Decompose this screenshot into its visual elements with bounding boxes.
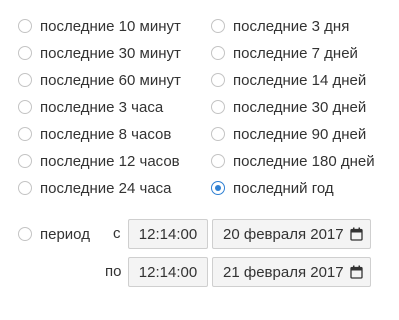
to-date-input[interactable]: 21 февраля 2017 <box>212 257 371 287</box>
option-label: последние 3 дня <box>233 17 350 35</box>
from-date-value: 20 февраля 2017 <box>223 225 344 243</box>
radio-last-180-days[interactable] <box>211 154 225 168</box>
from-time-input[interactable]: 12:14:00 <box>128 219 208 249</box>
option-label: последние 90 дней <box>233 125 367 143</box>
radio-last-30-days[interactable] <box>211 100 225 114</box>
option-last-180-days[interactable]: последние 180 дней <box>211 149 375 173</box>
option-last-90-days[interactable]: последние 90 дней <box>211 122 366 146</box>
option-last-12-hours[interactable]: последние 12 часов <box>18 149 180 173</box>
option-last-24-hours[interactable]: последние 24 часа <box>18 176 172 200</box>
radio-last-10-minutes[interactable] <box>18 19 32 33</box>
period-from-label: с <box>113 225 121 242</box>
option-period[interactable]: период <box>18 222 90 246</box>
option-last-3-days[interactable]: последние 3 дня <box>211 14 349 38</box>
calendar-icon[interactable] <box>346 262 366 282</box>
option-last-year[interactable]: последний год <box>211 176 334 200</box>
option-last-3-hours[interactable]: последние 3 часа <box>18 95 163 119</box>
calendar-icon-glyph <box>349 265 363 279</box>
to-time-input[interactable]: 12:14:00 <box>128 257 208 287</box>
option-label: последние 180 дней <box>233 152 375 170</box>
option-last-14-days[interactable]: последние 14 дней <box>211 68 366 92</box>
calendar-icon[interactable] <box>346 224 366 244</box>
radio-last-24-hours[interactable] <box>18 181 32 195</box>
radio-period[interactable] <box>18 227 32 241</box>
option-label: последние 3 часа <box>40 98 164 116</box>
option-label: последний год <box>233 179 334 197</box>
calendar-icon-glyph <box>349 227 363 241</box>
option-label: последние 30 дней <box>233 98 367 116</box>
radio-last-year[interactable] <box>211 181 225 195</box>
radio-last-30-minutes[interactable] <box>18 46 32 60</box>
option-label: последние 10 минут <box>40 17 181 35</box>
option-label: последние 30 минут <box>40 44 181 62</box>
to-date-value: 21 февраля 2017 <box>223 263 344 281</box>
option-label: последние 14 дней <box>233 71 367 89</box>
option-label: последние 60 минут <box>40 71 181 89</box>
radio-last-60-minutes[interactable] <box>18 73 32 87</box>
radio-last-7-days[interactable] <box>211 46 225 60</box>
option-last-8-hours[interactable]: последние 8 часов <box>18 122 171 146</box>
option-label: последние 24 часа <box>40 179 172 197</box>
radio-last-3-days[interactable] <box>211 19 225 33</box>
radio-last-12-hours[interactable] <box>18 154 32 168</box>
radio-last-14-days[interactable] <box>211 73 225 87</box>
option-label: последние 7 дней <box>233 44 358 62</box>
radio-last-8-hours[interactable] <box>18 127 32 141</box>
option-label: последние 12 часов <box>40 152 180 170</box>
option-last-60-minutes[interactable]: последние 60 минут <box>18 68 181 92</box>
option-last-7-days[interactable]: последние 7 дней <box>211 41 358 65</box>
option-last-30-minutes[interactable]: последние 30 минут <box>18 41 181 65</box>
from-time-value: 12:14:00 <box>138 225 198 243</box>
radio-last-3-hours[interactable] <box>18 100 32 114</box>
from-date-input[interactable]: 20 февраля 2017 <box>212 219 371 249</box>
period-to-label: по <box>105 263 122 280</box>
option-last-30-days[interactable]: последние 30 дней <box>211 95 366 119</box>
radio-last-90-days[interactable] <box>211 127 225 141</box>
period-label: период <box>40 225 90 243</box>
option-last-10-minutes[interactable]: последние 10 минут <box>18 14 181 38</box>
option-label: последние 8 часов <box>40 125 172 143</box>
to-time-value: 12:14:00 <box>138 263 198 281</box>
